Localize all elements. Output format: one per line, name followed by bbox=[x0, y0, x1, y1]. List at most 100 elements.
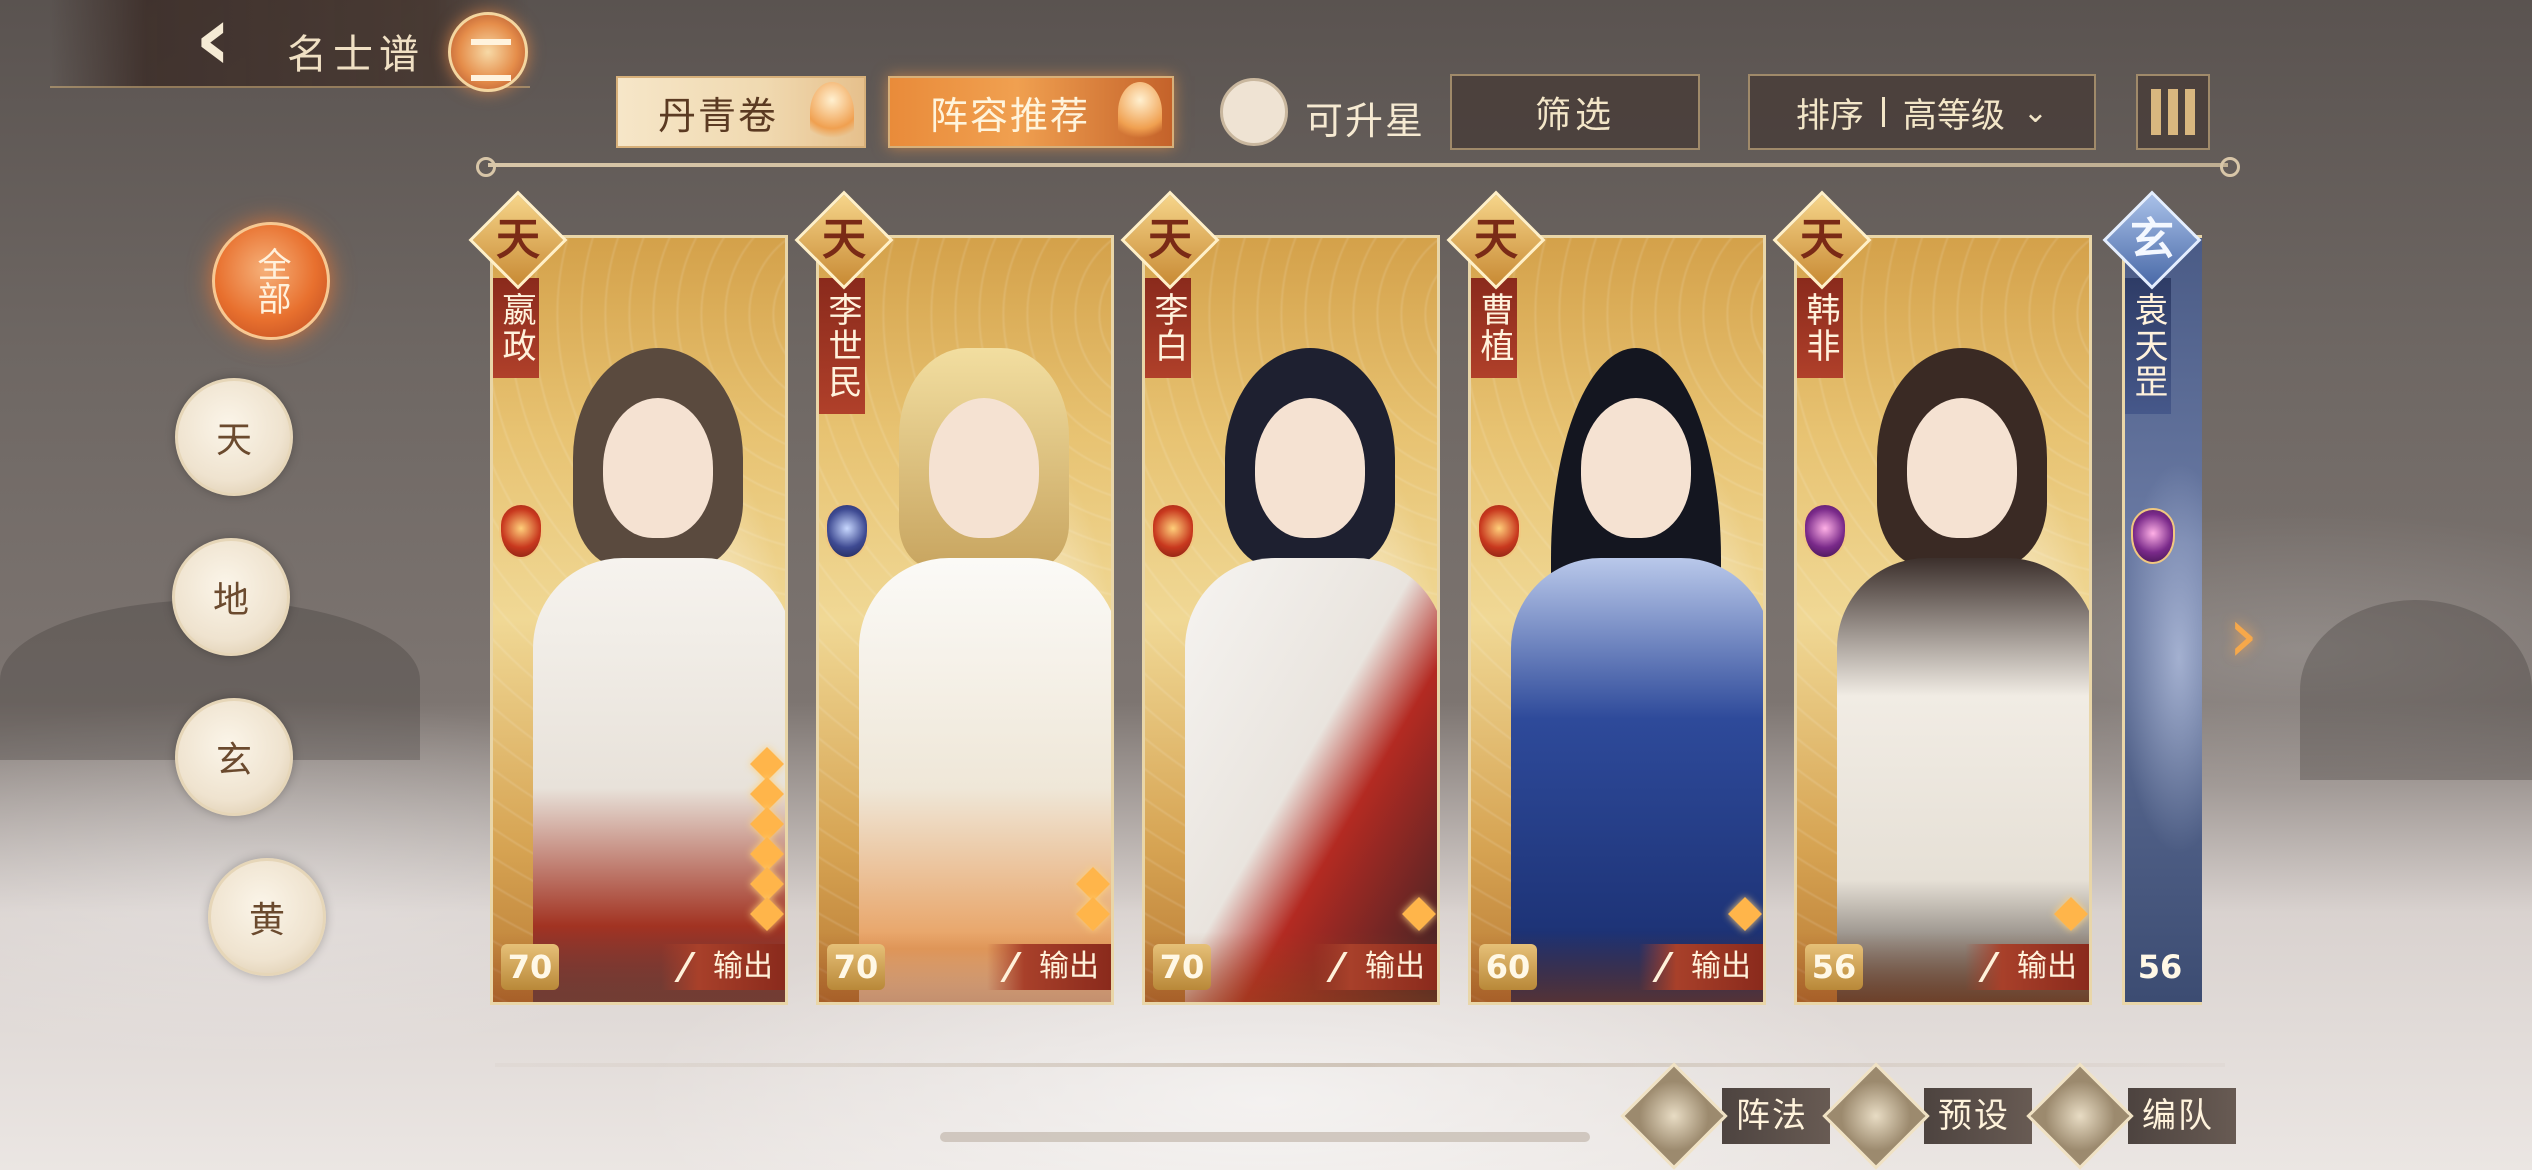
rank-filter-label: 玄 bbox=[215, 740, 252, 781]
flame-decoration-icon bbox=[810, 82, 854, 142]
character-name: 嬴政 bbox=[496, 292, 536, 364]
tier-label: 玄 bbox=[2130, 214, 2174, 265]
tab-lineup-label: 阵容推荐 bbox=[930, 93, 1091, 138]
star-icon bbox=[750, 777, 784, 811]
brush-icon bbox=[1000, 952, 1044, 982]
character-portrait bbox=[1837, 308, 2089, 1002]
preset-button[interactable]: 预设 bbox=[1822, 1062, 2032, 1170]
rank-filter-huang[interactable]: 黄 bbox=[208, 858, 326, 976]
character-card[interactable]: 李白 70 输出 bbox=[1142, 235, 1440, 1005]
character-name: 李白 bbox=[1148, 292, 1188, 364]
rank-filter-di[interactable]: 地 bbox=[172, 538, 290, 656]
formation-icon bbox=[1620, 1062, 1728, 1170]
tab-danqing[interactable]: 丹青卷 bbox=[616, 76, 866, 148]
character-card[interactable]: 李世民 70 输出 bbox=[816, 235, 1114, 1005]
character-role: 输出 bbox=[1965, 944, 2089, 990]
portrait-face bbox=[603, 398, 713, 538]
formation-label: 阵法 bbox=[1722, 1088, 1830, 1144]
role-label: 输出 bbox=[713, 949, 773, 984]
sort-dropdown[interactable]: 排序 高等级 ⌄ bbox=[1748, 74, 2096, 150]
character-level: 70 bbox=[827, 944, 885, 990]
sort-separator bbox=[1881, 97, 1885, 127]
character-level: 56 bbox=[1805, 944, 1863, 990]
brush-icon bbox=[1978, 952, 2022, 982]
rank-filter-label: 地 bbox=[212, 580, 249, 621]
star-icon bbox=[750, 807, 784, 841]
rank-filter-label: 黄 bbox=[248, 900, 285, 941]
character-level: 60 bbox=[1479, 944, 1537, 990]
team-flag-icon bbox=[2026, 1062, 2134, 1170]
rank-filter-all-label: 全部 bbox=[251, 247, 291, 315]
star-rating bbox=[1076, 867, 1110, 931]
star-icon bbox=[750, 747, 784, 781]
character-card[interactable]: 韩非 56 输出 bbox=[1794, 235, 2092, 1005]
preset-icon bbox=[1822, 1062, 1930, 1170]
character-card[interactable]: 袁天罡 56 bbox=[2122, 235, 2202, 1005]
pavilion-emblem-icon bbox=[448, 12, 528, 92]
rank-filter-all[interactable]: 全部 bbox=[212, 222, 330, 340]
star-icon bbox=[1076, 867, 1110, 901]
home-indicator bbox=[940, 1132, 1590, 1142]
character-role: 输出 bbox=[987, 944, 1111, 990]
upgradable-label: 可升星 bbox=[1305, 99, 1426, 143]
filter-label: 筛选 bbox=[1534, 95, 1615, 136]
background-mountain bbox=[2300, 600, 2532, 780]
role-label: 输出 bbox=[2017, 949, 2077, 984]
character-name-banner: 嬴政 bbox=[493, 278, 539, 378]
bottom-divider bbox=[495, 1063, 2225, 1067]
back-arrow-icon[interactable]: ‹ bbox=[178, 0, 248, 84]
character-portrait bbox=[533, 308, 785, 1002]
portrait-face bbox=[1907, 398, 2017, 538]
figure-decoration-icon bbox=[1118, 82, 1162, 142]
sort-label: 排序 bbox=[1795, 95, 1864, 136]
water-emblem-icon bbox=[825, 503, 869, 559]
star-icon bbox=[750, 837, 784, 871]
star-icon bbox=[750, 867, 784, 901]
rank-filter-xuan[interactable]: 玄 bbox=[175, 698, 293, 816]
upgradable-toggle[interactable] bbox=[1220, 78, 1288, 146]
star-icon bbox=[1728, 897, 1762, 931]
brush-icon bbox=[1326, 952, 1370, 982]
tier-label: 天 bbox=[822, 214, 866, 265]
character-name-banner: 曹植 bbox=[1471, 278, 1517, 378]
team-button[interactable]: 编队 bbox=[2026, 1062, 2236, 1170]
fire-emblem-icon bbox=[1477, 503, 1521, 559]
portrait-face bbox=[1255, 398, 1365, 538]
brush-icon bbox=[1652, 952, 1696, 982]
next-page-arrow-icon[interactable]: › bbox=[2228, 595, 2288, 675]
team-label: 编队 bbox=[2128, 1088, 2236, 1144]
character-name: 李世民 bbox=[822, 292, 862, 400]
character-name-banner: 李白 bbox=[1145, 278, 1191, 378]
character-name: 袁天罡 bbox=[2128, 292, 2168, 400]
top-divider bbox=[476, 157, 2240, 177]
list-view-button[interactable] bbox=[2136, 74, 2210, 150]
thunder-emblem-icon bbox=[2131, 508, 2175, 564]
star-icon bbox=[2054, 897, 2088, 931]
star-icon bbox=[1076, 897, 1110, 931]
tier-label: 天 bbox=[1474, 214, 1518, 265]
character-card[interactable]: 曹植 60 输出 bbox=[1468, 235, 1766, 1005]
character-card[interactable]: 嬴政 70 输出 bbox=[490, 235, 788, 1005]
character-level: 56 bbox=[2137, 948, 2183, 986]
character-name: 曹植 bbox=[1474, 292, 1514, 364]
thunder-emblem-icon bbox=[1803, 503, 1847, 559]
tab-lineup-recommend[interactable]: 阵容推荐 bbox=[888, 76, 1174, 148]
formation-button[interactable]: 阵法 bbox=[1620, 1062, 1830, 1170]
fire-emblem-icon bbox=[499, 503, 543, 559]
list-view-icon-bar bbox=[2168, 89, 2178, 135]
brush-icon bbox=[674, 952, 718, 982]
tier-label: 天 bbox=[1148, 214, 1192, 265]
rank-filter-tian[interactable]: 天 bbox=[175, 378, 293, 496]
chevron-down-icon: ⌄ bbox=[2022, 94, 2049, 130]
tab-danqing-label: 丹青卷 bbox=[658, 93, 779, 138]
portrait-face bbox=[1581, 398, 1691, 538]
star-rating bbox=[1402, 897, 1436, 931]
character-name-banner: 袁天罡 bbox=[2125, 278, 2171, 414]
character-name-banner: 韩非 bbox=[1797, 278, 1843, 378]
sort-value: 高等级 bbox=[1902, 95, 2005, 136]
filter-button[interactable]: 筛选 bbox=[1450, 74, 1700, 150]
portrait-face bbox=[929, 398, 1039, 538]
page-title: 名士谱 bbox=[287, 32, 425, 78]
role-label: 输出 bbox=[1365, 949, 1425, 984]
preset-label: 预设 bbox=[1924, 1088, 2032, 1144]
